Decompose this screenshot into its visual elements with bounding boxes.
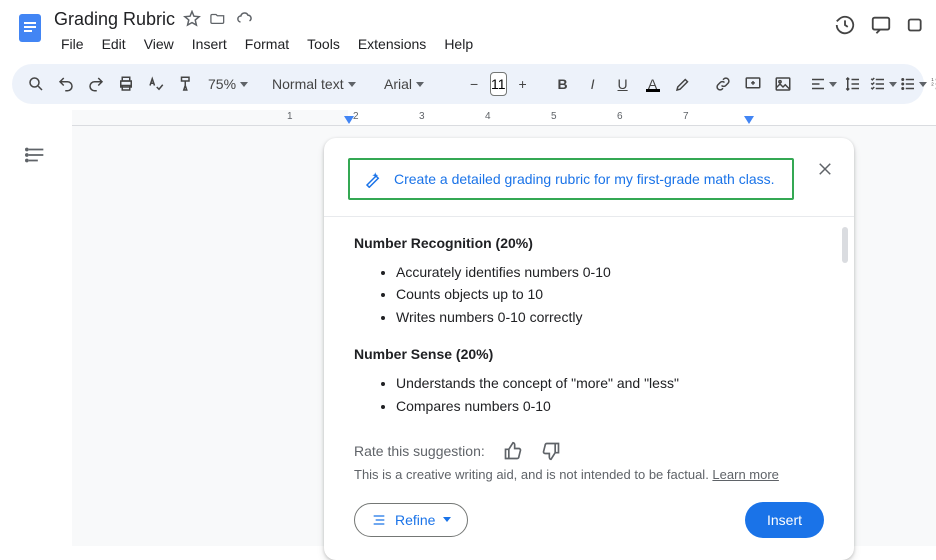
move-icon[interactable] [209,10,227,28]
font-dropdown[interactable]: Arial [378,70,448,98]
comments-icon[interactable] [870,14,892,36]
undo-icon[interactable] [52,70,80,98]
magic-write-icon [364,170,382,188]
list-item: Counts objects up to 10 [396,283,824,305]
section-heading: Number Sense (20%) [354,346,824,362]
text-color-icon[interactable]: A [639,70,667,98]
search-icon[interactable] [22,70,50,98]
left-sidebar [0,126,72,546]
rating-row: Rate this suggestion: [324,421,854,467]
insert-image-icon[interactable] [769,70,797,98]
highlight-icon[interactable] [669,70,697,98]
title-area: Grading Rubric File Edit View Insert For… [54,8,834,56]
suggestion-content: Number Recognition (20%) Accurately iden… [324,217,854,421]
font-size-input[interactable]: 11 [490,72,507,96]
disclaimer-text: This is a creative writing aid, and is n… [324,467,854,498]
ruler-indent-marker[interactable] [344,116,354,124]
font-size-decrease[interactable]: − [460,70,488,98]
toolbar: 75% Normal text Arial − 11 + B I U A 12 [12,64,924,104]
bold-icon[interactable]: B [549,70,577,98]
star-icon[interactable] [183,10,201,28]
svg-text:2: 2 [931,82,934,87]
numbered-list-icon[interactable]: 12 [929,70,936,98]
menu-tools[interactable]: Tools [300,32,347,56]
action-row: Refine Insert [324,498,854,560]
list-item: Accurately identifies numbers 0-10 [396,261,824,283]
refine-button[interactable]: Refine [354,503,468,537]
learn-more-link[interactable]: Learn more [712,467,778,482]
ruler-right-marker[interactable] [744,116,754,124]
menu-edit[interactable]: Edit [95,32,133,56]
style-dropdown[interactable]: Normal text [266,70,366,98]
rating-label: Rate this suggestion: [354,443,485,459]
thumbs-down-icon[interactable] [541,441,561,461]
underline-icon[interactable]: U [609,70,637,98]
section-heading: Number Recognition (20%) [354,235,824,251]
insert-button[interactable]: Insert [745,502,824,538]
line-spacing-icon[interactable] [839,70,867,98]
menu-view[interactable]: View [137,32,181,56]
italic-icon[interactable]: I [579,70,607,98]
content-area: Create a detailed grading rubric for my … [0,126,936,546]
checklist-icon[interactable] [869,70,897,98]
zoom-dropdown[interactable]: 75% [202,70,254,98]
list-item: Compares numbers 0-10 [396,395,824,417]
document-canvas[interactable]: Create a detailed grading rubric for my … [72,126,936,546]
add-comment-icon[interactable] [739,70,767,98]
menu-bar: File Edit View Insert Format Tools Exten… [54,32,834,56]
ruler-area: 1 2 3 4 5 6 7 [0,110,936,126]
redo-icon[interactable] [82,70,110,98]
meet-icon[interactable] [906,14,928,36]
font-size-increase[interactable]: + [509,70,537,98]
bullet-list-icon[interactable] [899,70,927,98]
menu-insert[interactable]: Insert [185,32,234,56]
document-title[interactable]: Grading Rubric [54,9,175,30]
list-item: Writes numbers 0-10 correctly [396,306,824,328]
close-icon[interactable] [816,160,834,178]
ai-suggestion-panel: Create a detailed grading rubric for my … [324,138,854,560]
app-header: Grading Rubric File Edit View Insert For… [0,0,936,56]
paint-format-icon[interactable] [172,70,200,98]
prompt-text[interactable]: Create a detailed grading rubric for my … [394,171,775,187]
thumbs-up-icon[interactable] [503,441,523,461]
print-icon[interactable] [112,70,140,98]
outline-icon[interactable] [25,144,47,546]
menu-help[interactable]: Help [437,32,480,56]
scrollbar-thumb[interactable] [842,227,848,263]
cloud-status-icon[interactable] [235,10,255,28]
align-icon[interactable] [809,70,837,98]
menu-extensions[interactable]: Extensions [351,32,433,56]
link-icon[interactable] [709,70,737,98]
list-item: Understands the concept of "more" and "l… [396,372,824,394]
horizontal-ruler[interactable]: 1 2 3 4 5 6 7 [72,110,936,126]
header-actions [834,14,928,36]
menu-format[interactable]: Format [238,32,296,56]
spellcheck-icon[interactable] [142,70,170,98]
menu-file[interactable]: File [54,32,91,56]
docs-logo[interactable] [12,10,48,46]
prompt-highlight-box: Create a detailed grading rubric for my … [348,158,794,200]
history-icon[interactable] [834,14,856,36]
